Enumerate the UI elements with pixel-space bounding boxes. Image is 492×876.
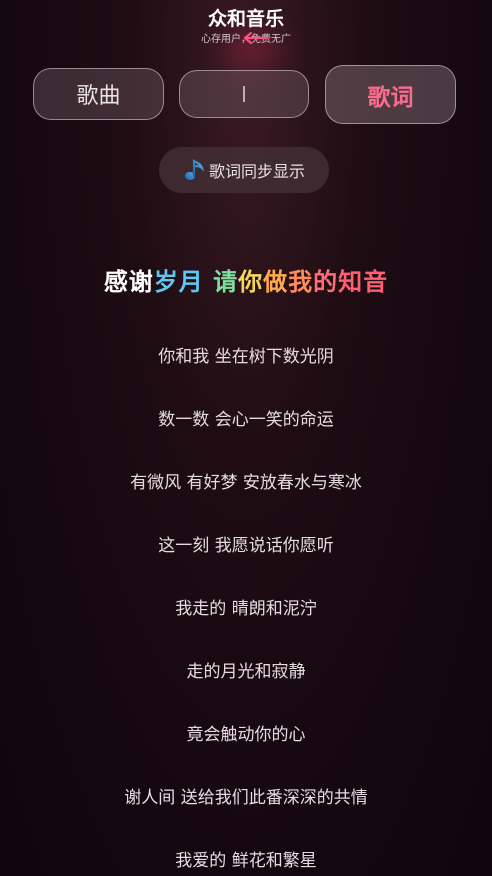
lyric-line: 谢人间 送给我们此番深深的共情 bbox=[124, 788, 368, 808]
lyrics-title-segment: 你 bbox=[238, 268, 264, 296]
lyrics-title-segment: 的 bbox=[313, 268, 339, 296]
lyrics-tab-button[interactable]: 歌词 bbox=[325, 65, 456, 124]
lyric-line: 你和我 坐在树下数光阴 bbox=[158, 347, 334, 367]
lyric-line: 这一刻 我愿说话你愿听 bbox=[158, 536, 334, 556]
back-arrow-icon[interactable] bbox=[242, 31, 268, 45]
lyrics-title-segment: 感谢 bbox=[103, 268, 154, 296]
lyrics-title-segment: 请 bbox=[213, 268, 239, 296]
text-cursor bbox=[243, 86, 245, 102]
lyrics-title-segment: 做 bbox=[263, 268, 289, 296]
lyric-line: 我爱的 鲜花和繁星 bbox=[175, 851, 317, 871]
lyrics-title: 感谢岁月 请你做我的知音 bbox=[0, 262, 492, 297]
lyrics-title-segment: 我 bbox=[288, 268, 314, 296]
lyric-line: 走的月光和寂静 bbox=[186, 662, 306, 682]
song-tab-button[interactable]: 歌曲 bbox=[33, 68, 164, 120]
lyrics-sync-button[interactable]: 歌词同步显示 bbox=[159, 147, 329, 193]
lyric-line: 竟会触动你的心 bbox=[186, 725, 306, 745]
middle-tab-button[interactable] bbox=[179, 70, 309, 118]
app-title: 众和音乐 bbox=[207, 8, 284, 30]
lyric-line: 数一数 会心一笑的命运 bbox=[158, 410, 334, 430]
lyrics-sync-label: 歌词同步显示 bbox=[208, 162, 305, 181]
lyrics-title-segment: 知音 bbox=[338, 268, 389, 296]
lyric-line: 我走的 晴朗和泥泞 bbox=[175, 599, 317, 619]
lyric-line: 有微风 有好梦 安放春水与寒冰 bbox=[130, 473, 362, 493]
lyrics-title-segment: 岁月 bbox=[153, 268, 214, 296]
music-note-icon bbox=[184, 158, 205, 180]
